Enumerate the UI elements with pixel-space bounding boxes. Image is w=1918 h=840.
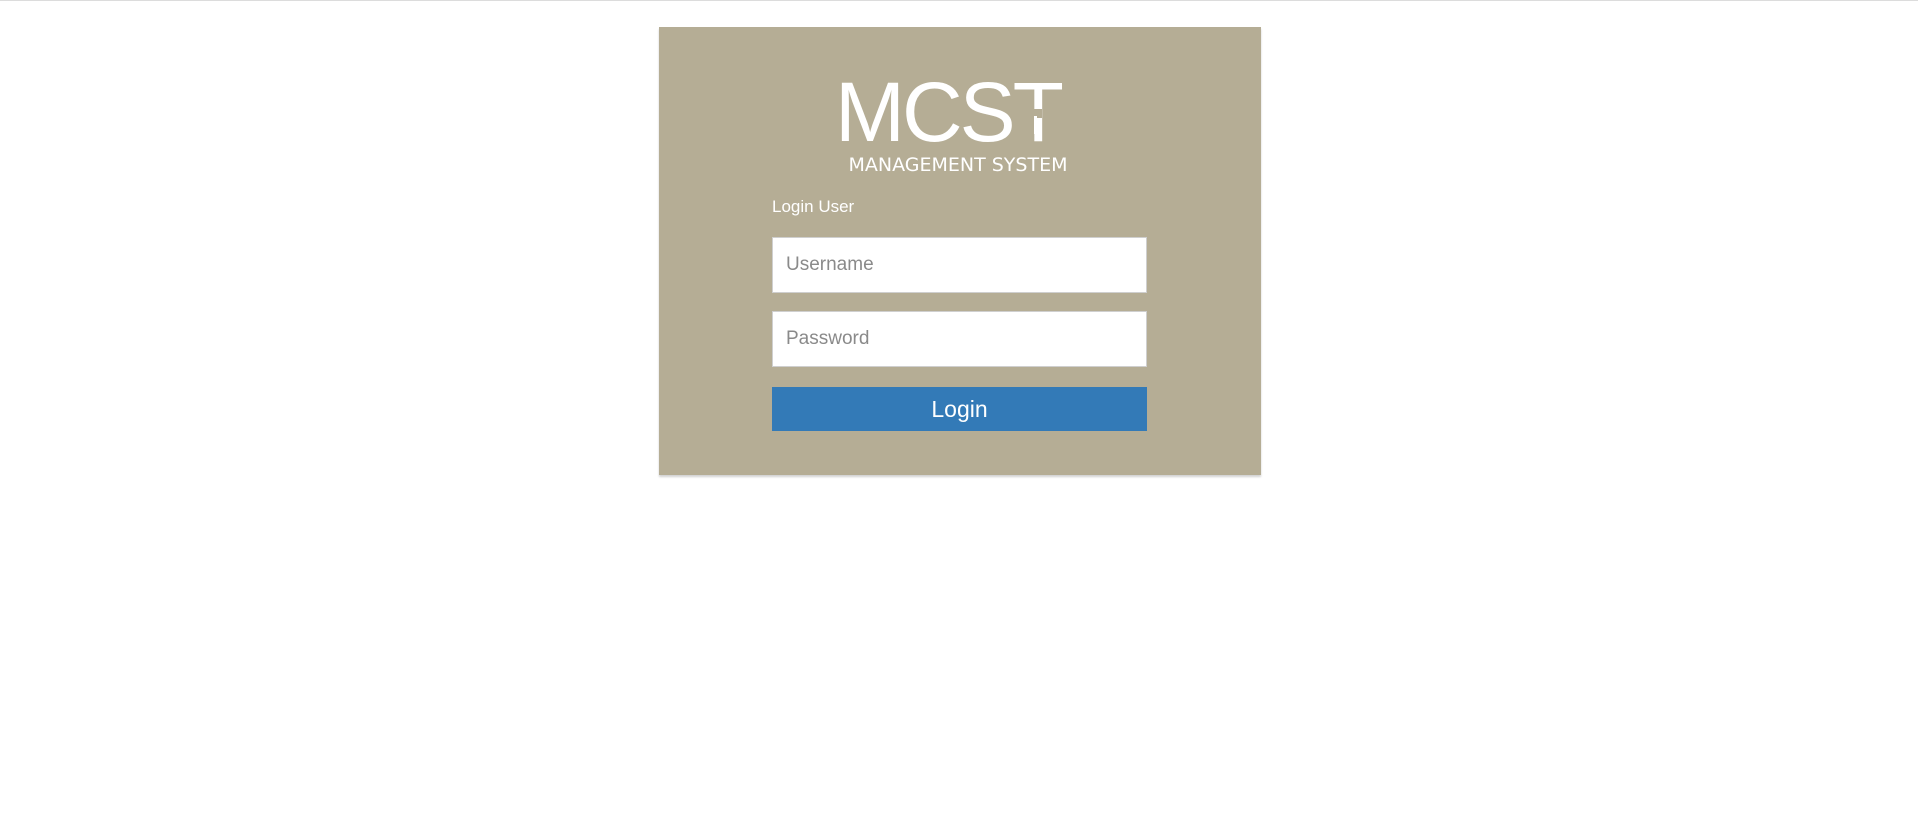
- login-form: Login User Login: [772, 197, 1147, 431]
- top-divider: [0, 0, 1918, 1]
- logo-graphic: MCST MANAGEMENT SYSTEM: [835, 71, 1068, 176]
- password-input[interactable]: [772, 311, 1147, 367]
- login-panel: MCST MANAGEMENT SYSTEM Login User Login: [659, 27, 1261, 475]
- logo-tagline: MANAGEMENT SYSTEM: [849, 154, 1068, 176]
- form-heading: Login User: [772, 197, 855, 216]
- login-button[interactable]: Login: [772, 387, 1147, 431]
- logo-key-stem: [1034, 116, 1037, 134]
- logo-main-text: MCST: [835, 71, 1063, 159]
- mcst-logo: MCST MANAGEMENT SYSTEM: [659, 71, 1261, 201]
- username-input[interactable]: [772, 237, 1147, 293]
